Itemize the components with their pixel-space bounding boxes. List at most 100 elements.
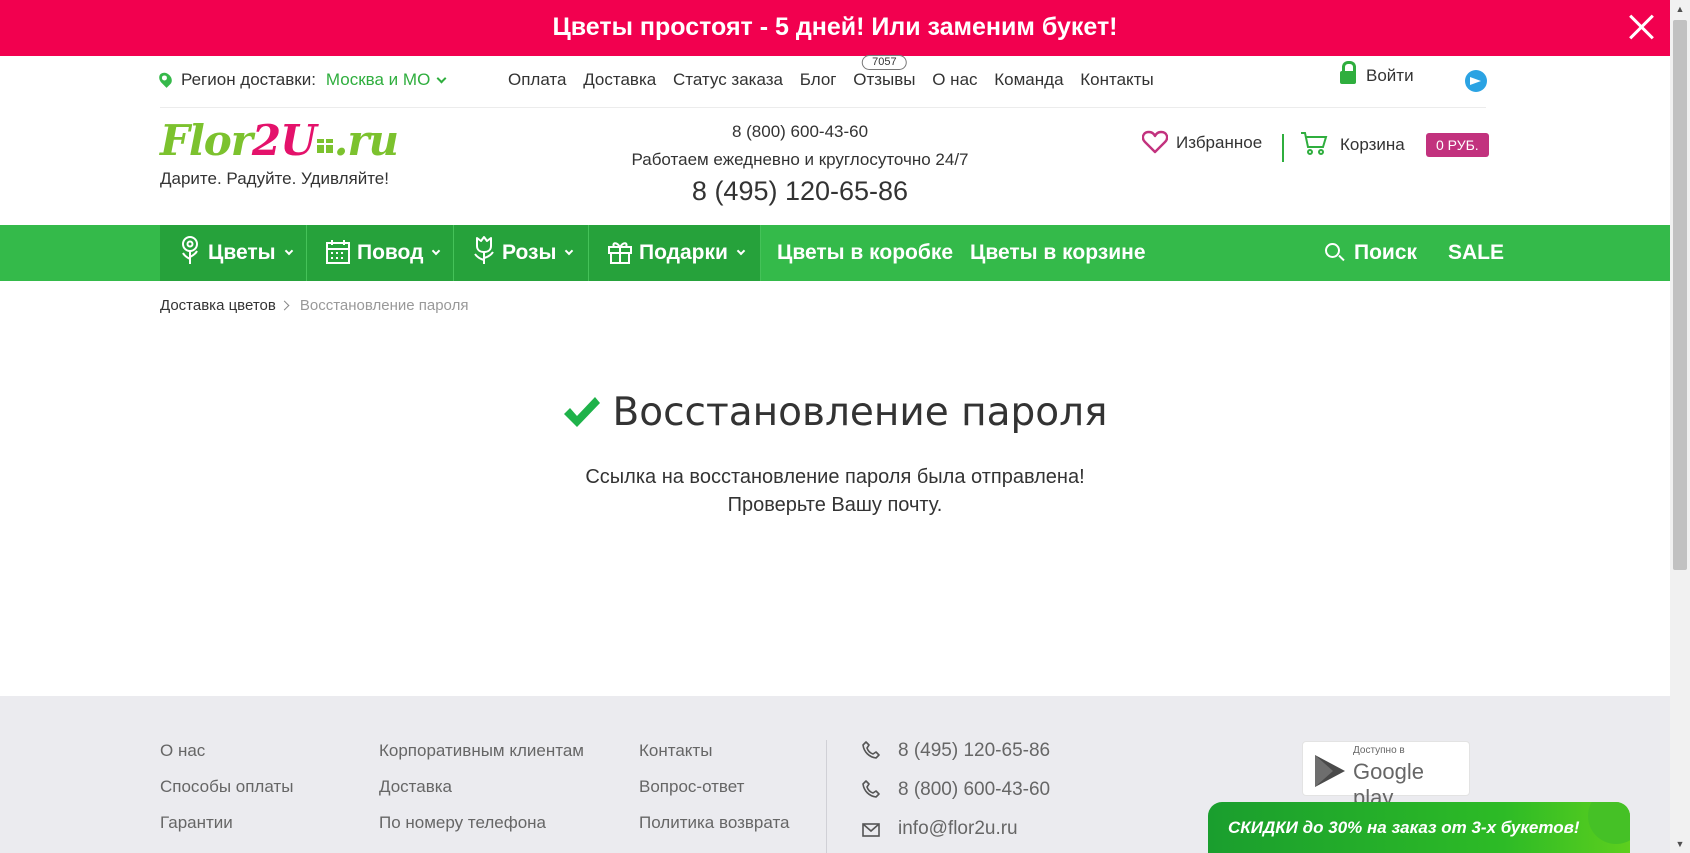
menu-link-basket-flowers[interactable]: Цветы в корзине xyxy=(970,225,1146,281)
footer-link-about[interactable]: О нас xyxy=(160,741,293,777)
chevron-down-icon xyxy=(736,246,746,256)
confirmation-message: Ссылка на восстановление пароля была отп… xyxy=(0,463,1670,519)
menu-item-gifts-label: Подарки xyxy=(639,241,728,264)
breadcrumb: Доставка цветов Восстановление пароля xyxy=(160,297,468,314)
phone-free[interactable]: 8 (800) 600-43-60 xyxy=(610,122,990,142)
google-play-button[interactable]: Доступно в Google play xyxy=(1302,741,1470,810)
main-content: Восстановление пароля Ссылка на восстано… xyxy=(0,390,1670,519)
chevron-down-icon xyxy=(436,73,447,84)
nav-link-reviews-label: Отзывы xyxy=(853,70,916,89)
page-title: Восстановление пароля xyxy=(0,390,1670,435)
lock-icon xyxy=(1340,61,1356,84)
nav-link-order-status[interactable]: Статус заказа xyxy=(673,70,783,89)
nav-link-payment[interactable]: Оплата xyxy=(508,70,566,89)
phone-main[interactable]: 8 (495) 120-65-86 xyxy=(610,176,990,207)
tagline: Дарите. Радуйте. Удивляйте! xyxy=(160,169,389,188)
site-logo[interactable]: Flor2U .ru xyxy=(160,116,399,165)
logo-part-flor: Flor xyxy=(160,116,253,165)
search-icon xyxy=(1325,243,1340,258)
checkmark-icon xyxy=(564,397,601,427)
footer-email[interactable]: info@flor2u.ru xyxy=(862,818,1050,853)
search-button[interactable]: Поиск xyxy=(1325,225,1417,281)
footer-link-delivery[interactable]: Доставка xyxy=(379,777,584,813)
nav-link-team[interactable]: Команда xyxy=(994,70,1063,89)
site-header: Flor2U .ru Дарите. Радуйте. Удивляйте! 8 … xyxy=(160,108,1489,225)
menu-item-roses[interactable]: Розы xyxy=(454,225,589,281)
nav-link-blog[interactable]: Блог xyxy=(800,70,837,89)
mail-icon xyxy=(862,823,880,837)
footer-link-contacts[interactable]: Контакты xyxy=(639,741,790,777)
footer-phone-1[interactable]: 8 (495) 120-65-86 xyxy=(862,740,1050,779)
region-label: Регион доставки: xyxy=(181,70,316,89)
scrollbar-thumb[interactable] xyxy=(1673,20,1687,570)
footer-email-text: info@flor2u.ru xyxy=(898,818,1018,839)
menu-link-sale[interactable]: SALE xyxy=(1448,225,1504,281)
login-button[interactable]: Войти xyxy=(1340,61,1414,86)
logo-part-ru: .ru xyxy=(333,116,399,165)
working-hours: Работаем ежедневно и круглосуточно 24/7 xyxy=(631,150,969,169)
cart-total-badge[interactable]: 0 РУБ. xyxy=(1426,133,1489,157)
page-title-text: Восстановление пароля xyxy=(612,390,1108,435)
menu-item-roses-label: Розы xyxy=(502,241,557,264)
header-divider xyxy=(1282,134,1284,162)
gift-icon xyxy=(608,242,632,264)
top-bar: Регион доставки: Москва и МО Оплата Доста… xyxy=(156,55,1487,108)
chevron-down-icon xyxy=(284,246,293,256)
menu-item-flowers[interactable]: Цветы xyxy=(160,225,307,281)
reviews-count-badge: 7057 xyxy=(862,55,907,70)
login-label: Войти xyxy=(1366,66,1414,85)
phone-icon xyxy=(862,780,880,798)
scrollbar[interactable]: ▲ ▼ xyxy=(1670,0,1690,853)
main-menu: Цветы Повод Розы Подарки Цветы в коробке… xyxy=(0,225,1670,281)
telegram-icon[interactable] xyxy=(1465,70,1487,92)
nav-link-reviews[interactable]: Отзывы 7057 xyxy=(853,55,916,89)
chevron-down-icon xyxy=(432,246,441,256)
footer-link-payment-methods[interactable]: Способы оплаты xyxy=(160,777,293,813)
calendar-icon xyxy=(326,240,350,264)
top-nav: Оплата Доставка Статус заказа Блог Отзыв… xyxy=(508,55,1166,90)
footer-column-3: Контакты Вопрос-ответ Политика возврата xyxy=(639,741,790,849)
favorites-link[interactable]: Избранное xyxy=(1142,130,1262,154)
footer-link-return-policy[interactable]: Политика возврата xyxy=(639,813,790,849)
footer-divider xyxy=(826,740,827,853)
region-city: Москва и МО xyxy=(325,70,431,89)
menu-item-occasion-label: Повод xyxy=(357,241,424,264)
footer-link-corporate[interactable]: Корпоративным клиентам xyxy=(379,741,584,777)
region-selector[interactable]: Москва и МО xyxy=(325,70,447,89)
footer-phone-1-text: 8 (495) 120-65-86 xyxy=(898,740,1051,761)
google-play-icon xyxy=(1315,755,1345,787)
google-play-caption: Доступно в xyxy=(1353,745,1405,756)
footer-column-2: Корпоративным клиентам Доставка По номер… xyxy=(379,741,584,849)
menu-item-flowers-label: Цветы xyxy=(208,241,276,264)
breadcrumb-home[interactable]: Доставка цветов xyxy=(160,297,276,314)
breadcrumb-current: Восстановление пароля xyxy=(299,297,469,314)
promo-text: Цветы простоят - 5 дней! Или заменим бук… xyxy=(552,13,1118,41)
menu-link-box-flowers[interactable]: Цветы в коробке xyxy=(777,225,953,281)
search-label: Поиск xyxy=(1354,241,1418,264)
favorites-label: Избранное xyxy=(1176,133,1263,152)
footer-link-by-phone[interactable]: По номеру телефона xyxy=(379,813,584,849)
footer-link-faq[interactable]: Вопрос-ответ xyxy=(639,777,790,813)
heart-icon xyxy=(1142,130,1168,154)
phone-icon xyxy=(862,741,880,759)
cart-icon xyxy=(1301,132,1328,155)
promo-banner: Цветы простоят - 5 дней! Или заменим бук… xyxy=(0,0,1670,56)
footer-contacts: 8 (495) 120-65-86 8 (800) 600-43-60 info… xyxy=(862,740,1050,853)
footer-link-guarantees[interactable]: Гарантии xyxy=(160,813,293,849)
nav-link-contacts[interactable]: Контакты xyxy=(1080,70,1153,89)
footer-phone-2[interactable]: 8 (800) 600-43-60 xyxy=(862,779,1050,818)
close-icon[interactable] xyxy=(1626,12,1656,42)
scroll-up-icon[interactable]: ▲ xyxy=(1670,0,1690,18)
nav-link-delivery[interactable]: Доставка xyxy=(583,70,656,89)
delivery-region: Регион доставки: Москва и МО xyxy=(156,70,447,90)
discount-banner[interactable]: СКИДКИ до 30% на заказ от 3-х букетов! xyxy=(1208,802,1630,853)
cart-link[interactable]: Корзина xyxy=(1300,130,1405,156)
scroll-down-icon[interactable]: ▼ xyxy=(1670,835,1690,853)
header-contacts: 8 (800) 600-43-60 Работаем ежедневно и к… xyxy=(610,122,990,207)
nav-link-about[interactable]: О нас xyxy=(932,70,977,89)
cart-label: Корзина xyxy=(1340,135,1405,154)
logo-part-2u: 2U xyxy=(251,116,317,165)
footer-column-1: О нас Способы оплаты Гарантии xyxy=(160,741,293,849)
menu-item-gifts[interactable]: Подарки xyxy=(589,225,761,281)
menu-item-occasion[interactable]: Повод xyxy=(307,225,454,281)
